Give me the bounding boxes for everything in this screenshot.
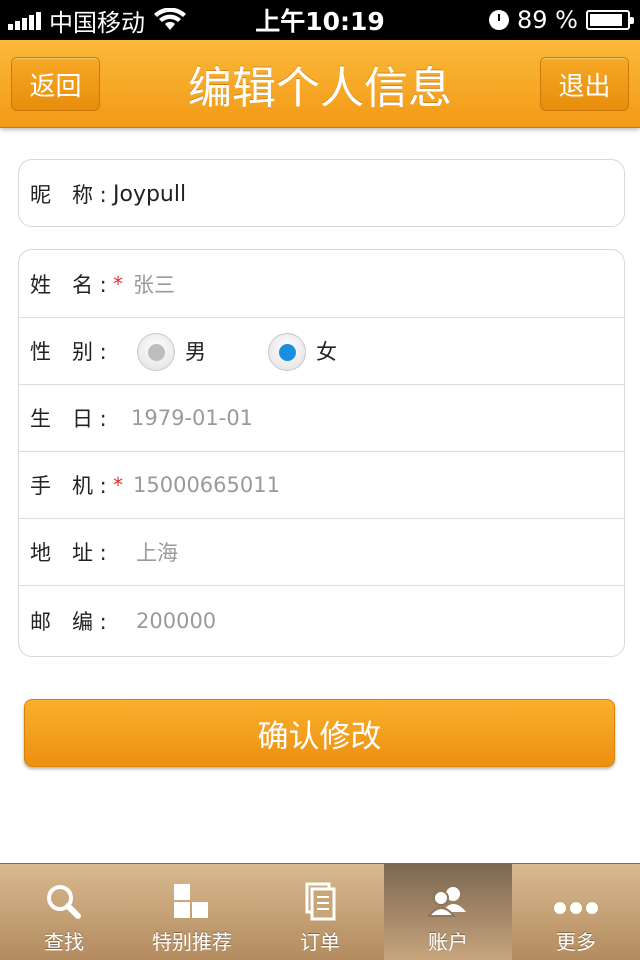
personal-info-group: 姓 名 : * 张三 性 别 : 男 女 生 日 : 1979-01-01 手 … <box>18 249 625 657</box>
phone-row[interactable]: 手 机 : * 15000665011 <box>19 451 624 518</box>
status-bar: 中国移动 上午10:19 89 % <box>0 0 640 40</box>
gender-female-radio[interactable] <box>268 333 306 371</box>
search-icon <box>47 885 81 919</box>
nickname-group: 昵 称 : Joypull <box>18 159 625 227</box>
address-input[interactable]: 上海 <box>136 537 178 567</box>
tab-featured[interactable]: 特别推荐 <box>128 864 256 960</box>
zip-label: 邮 编 : <box>30 609 107 634</box>
carrier-name: 中国移动 <box>49 8 145 37</box>
name-row[interactable]: 姓 名 : * 张三 <box>19 250 624 317</box>
gender-female-label[interactable]: 女 <box>316 336 337 366</box>
tab-bar: 查找 特别推荐 订单 账户 更多 <box>0 863 640 960</box>
tab-account[interactable]: 账户 <box>384 864 512 960</box>
required-mark: * <box>113 473 123 497</box>
name-input[interactable]: 张三 <box>133 269 175 299</box>
address-label: 地 址 : <box>30 541 107 565</box>
birthday-input[interactable]: 1979-01-01 <box>131 406 253 430</box>
grid-icon <box>174 884 208 918</box>
tab-more[interactable]: 更多 <box>512 864 640 960</box>
nickname-value: Joypull <box>113 181 187 207</box>
wifi-icon <box>154 8 186 30</box>
radio-dot-icon <box>147 343 165 361</box>
signal-icon <box>8 10 41 30</box>
users-icon <box>426 887 466 917</box>
page-title: 编辑个人信息 <box>188 63 452 114</box>
battery-percent: 89 % <box>517 6 578 34</box>
birthday-row[interactable]: 生 日 : 1979-01-01 <box>19 384 624 451</box>
navigation-bar: 返回 编辑个人信息 退出 <box>0 40 640 128</box>
back-button[interactable]: 返回 <box>11 57 100 111</box>
tab-label: 特别推荐 <box>152 930 232 954</box>
alarm-clock-icon <box>489 10 510 30</box>
document-icon <box>305 882 336 921</box>
phone-label: 手 机 : <box>30 474 107 498</box>
tab-label: 更多 <box>556 930 596 954</box>
birthday-label: 生 日 : <box>30 407 107 431</box>
zip-row[interactable]: 邮 编 : 200000 <box>19 585 624 655</box>
tab-orders[interactable]: 订单 <box>256 864 384 960</box>
name-label: 姓 名 : <box>30 272 107 297</box>
more-icon <box>554 902 598 914</box>
logout-button[interactable]: 退出 <box>540 57 629 111</box>
tab-label: 查找 <box>44 930 84 954</box>
tab-search[interactable]: 查找 <box>0 864 128 960</box>
gender-label: 性 别 : <box>30 340 107 364</box>
nickname-label: 昵 称 : <box>30 183 107 207</box>
address-row[interactable]: 地 址 : 上海 <box>19 518 624 585</box>
tab-label: 订单 <box>300 930 340 954</box>
gender-male-label[interactable]: 男 <box>185 336 206 366</box>
required-mark: * <box>113 271 123 296</box>
confirm-button[interactable]: 确认修改 <box>24 699 615 767</box>
gender-male-radio[interactable] <box>137 333 175 371</box>
gender-row: 性 别 : 男 女 <box>19 317 624 384</box>
phone-input[interactable]: 15000665011 <box>133 473 280 497</box>
nickname-row: 昵 称 : Joypull <box>19 160 624 228</box>
tab-label: 账户 <box>428 930 468 954</box>
zip-input[interactable]: 200000 <box>136 609 216 633</box>
battery-icon <box>586 10 634 30</box>
radio-dot-icon <box>278 343 296 361</box>
